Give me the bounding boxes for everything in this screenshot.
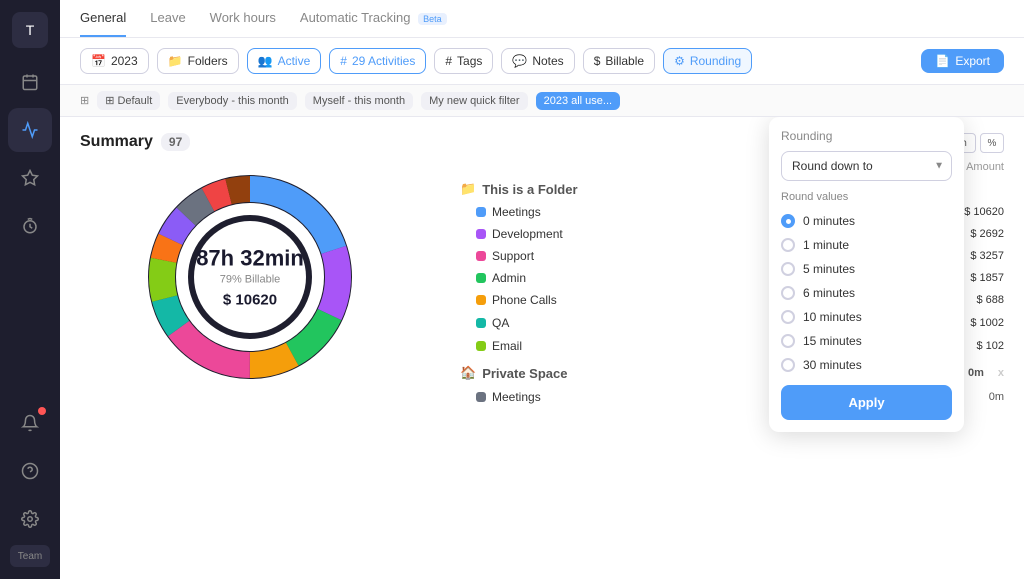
summary-header: Summary 97: [80, 133, 420, 151]
radio-option-15min[interactable]: 15 minutes: [781, 329, 952, 353]
toolbar: 📅 2023 📁 Folders 👥 Active # 29 Activitie…: [60, 38, 1024, 85]
activity-color: [476, 207, 486, 217]
users-icon: 👥: [258, 54, 273, 68]
activities-button[interactable]: # 29 Activities: [329, 48, 426, 74]
round-values-label: Round values: [781, 191, 952, 203]
team-badge[interactable]: Team: [10, 545, 50, 567]
notes-button[interactable]: 💬 Notes: [501, 48, 574, 74]
radio-label: 5 minutes: [803, 262, 855, 276]
round-down-select-wrapper: Round down to ▼: [781, 151, 952, 181]
rounding-popup: ➜ Rounding Round down to ▼ Round values …: [769, 117, 964, 432]
rounding-popup-title: Rounding: [781, 129, 952, 143]
filter-bar: ⊞ ⊞ Default Everybody - this month Mysel…: [60, 85, 1024, 117]
hash-icon: #: [340, 54, 347, 68]
radio-label: 15 minutes: [803, 334, 862, 348]
radio-unchecked: [781, 262, 795, 276]
activity-color: [476, 392, 486, 402]
activity-color: [476, 341, 486, 351]
filter-everybody[interactable]: Everybody - this month: [168, 92, 297, 110]
filter-2023[interactable]: 2023 all use...: [536, 92, 621, 110]
radio-unchecked: [781, 358, 795, 372]
app-logo: T: [12, 12, 48, 48]
radio-checked: [781, 214, 795, 228]
donut-billable: 79% Billable: [196, 274, 304, 286]
radio-unchecked: [781, 334, 795, 348]
sidebar-item-timer[interactable]: [8, 204, 52, 248]
radio-option-10min[interactable]: 10 minutes: [781, 305, 952, 329]
donut-center: 87h 32min 79% Billable $ 10620: [196, 246, 304, 309]
rounding-button[interactable]: ⚙ Rounding: [663, 48, 752, 74]
tags-button[interactable]: # Tags: [434, 48, 493, 74]
folder-icon: 📁: [168, 54, 183, 68]
radio-label: 10 minutes: [803, 310, 862, 324]
main-content: General Leave Work hours Automatic Track…: [60, 0, 1024, 579]
billable-icon: $: [594, 54, 601, 68]
radio-unchecked: [781, 286, 795, 300]
radio-option-5min[interactable]: 5 minutes: [781, 257, 952, 281]
percent-btn[interactable]: %: [980, 133, 1004, 153]
tag-icon: #: [445, 54, 452, 68]
top-navigation: General Leave Work hours Automatic Track…: [60, 0, 1024, 38]
sidebar: T Team: [0, 0, 60, 579]
sidebar-item-settings[interactable]: [8, 497, 52, 541]
tab-general[interactable]: General: [80, 10, 126, 37]
activity-color: [476, 273, 486, 283]
radio-option-6min[interactable]: 6 minutes: [781, 281, 952, 305]
sidebar-item-help[interactable]: [8, 449, 52, 493]
tab-automatic-tracking[interactable]: Automatic Tracking Beta: [300, 10, 447, 37]
sidebar-item-pin[interactable]: [8, 156, 52, 200]
folders-button[interactable]: 📁 Folders: [157, 48, 239, 74]
summary-title-text: Summary: [80, 133, 153, 151]
filter-default[interactable]: ⊞ Default: [97, 91, 160, 110]
notification-badge: [38, 407, 46, 415]
filter-my-new[interactable]: My new quick filter: [421, 92, 527, 110]
tab-work-hours[interactable]: Work hours: [210, 10, 276, 37]
sidebar-item-notifications[interactable]: [8, 401, 52, 445]
radio-unchecked: [781, 238, 795, 252]
content-area: Summary 97: [60, 117, 1024, 579]
active-button[interactable]: 👥 Active: [247, 48, 322, 74]
notes-icon: 💬: [512, 54, 527, 68]
billable-button[interactable]: $ Billable: [583, 48, 655, 74]
sidebar-item-insights[interactable]: [8, 108, 52, 152]
donut-chart: 87h 32min 79% Billable $ 10620: [140, 167, 360, 387]
activity-color: [476, 318, 486, 328]
rounding-icon: ⚙: [674, 54, 685, 68]
radio-label: 0 minutes: [803, 214, 855, 228]
tab-leave[interactable]: Leave: [150, 10, 185, 37]
radio-label: 1 minute: [803, 238, 849, 252]
calendar-icon: 📅: [91, 54, 106, 68]
radio-option-1min[interactable]: 1 minute: [781, 233, 952, 257]
apply-button[interactable]: Apply: [781, 385, 952, 420]
folder-icon: 📁: [460, 181, 476, 197]
radio-label: 6 minutes: [803, 286, 855, 300]
filter-icon: ⊞: [80, 94, 89, 107]
radio-unchecked: [781, 310, 795, 324]
filter-default-icon: ⊞: [105, 94, 114, 107]
export-icon: 📄: [935, 54, 950, 68]
activity-color: [476, 251, 486, 261]
donut-amount: $ 10620: [196, 292, 304, 309]
summary-count: 97: [161, 133, 190, 151]
activity-color: [476, 229, 486, 239]
radio-label: 30 minutes: [803, 358, 862, 372]
donut-time: 87h 32min: [196, 246, 304, 272]
year-button[interactable]: 📅 2023: [80, 48, 149, 74]
radio-option-30min[interactable]: 30 minutes: [781, 353, 952, 377]
left-panel: Summary 97: [60, 117, 440, 579]
activity-color: [476, 295, 486, 305]
beta-badge: Beta: [418, 13, 447, 25]
sidebar-item-calendar[interactable]: [8, 60, 52, 104]
export-button[interactable]: 📄 Export: [921, 49, 1004, 73]
filter-myself[interactable]: Myself - this month: [305, 92, 413, 110]
home-icon: 🏠: [460, 365, 476, 381]
round-down-select[interactable]: Round down to: [781, 151, 952, 181]
radio-option-0min[interactable]: 0 minutes: [781, 209, 952, 233]
